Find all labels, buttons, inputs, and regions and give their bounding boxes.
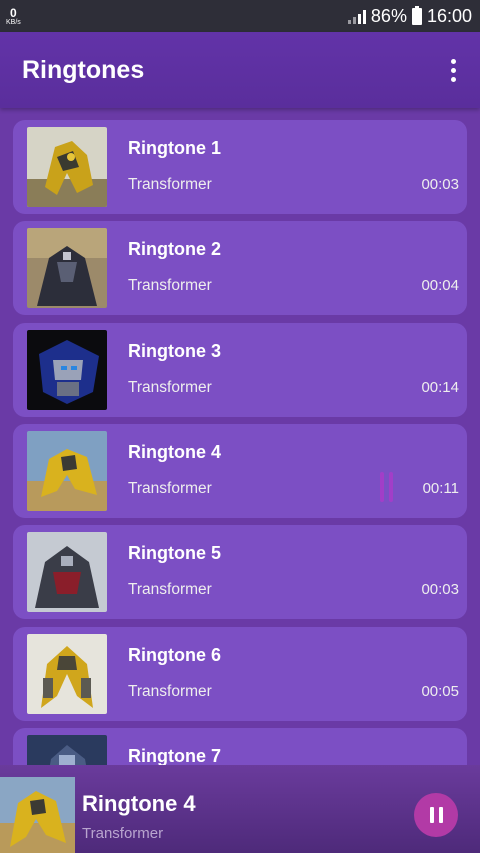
ringtone-thumbnail [27,330,107,410]
ringtone-thumbnail [27,127,107,207]
clock: 16:00 [426,5,472,26]
net-speed-unit: KB/s [6,18,21,26]
ringtone-item-5[interactable]: Ringtone 5 Transformer 00:03 [13,525,467,619]
ringtone-title: Ringtone 5 [128,543,221,563]
more-vert-icon[interactable] [447,55,460,86]
battery-icon [411,5,422,25]
pause-button[interactable] [414,793,458,837]
ringtone-duration: 00:14 [421,379,459,396]
ringtone-title: Ringtone 7 [128,746,221,765]
signal-icon [347,8,366,24]
now-playing-title: Ringtone 4 [82,791,196,816]
ringtone-artist: Transformer [128,581,212,598]
ringtone-item-1[interactable]: Ringtone 1 Transformer 00:03 [13,120,467,214]
ringtone-artist: Transformer [128,379,212,396]
ringtone-duration: 00:11 [422,480,459,497]
ringtone-item-6[interactable]: Ringtone 6 Transformer 00:05 [13,627,467,721]
ringtone-item-7[interactable]: Ringtone 7 [13,728,467,765]
ringtone-item-2[interactable]: Ringtone 2 Transformer 00:04 [13,221,467,315]
status-bar: 0 KB/s 86% 16:00 [0,0,480,32]
ringtone-thumbnail [27,735,107,765]
pause-icon [429,807,434,823]
ringtone-title: Ringtone 3 [128,341,221,361]
ringtone-duration: 00:03 [421,176,459,193]
ringtone-duration: 00:05 [421,683,459,700]
ringtone-item-3[interactable]: Ringtone 3 Transformer 00:14 [13,323,467,417]
battery-percent: 86% [370,5,407,26]
ringtone-artist: Transformer [128,683,212,700]
ringtone-thumbnail [27,634,107,714]
app-bar: Ringtones [0,32,480,108]
ringtone-item-4[interactable]: Ringtone 4 Transformer 00:11 [13,424,467,518]
status-right: 86% 16:00 [347,5,472,27]
ringtone-title: Ringtone 4 [128,442,221,462]
now-playing-thumbnail [0,777,75,853]
ringtone-list[interactable]: Ringtone 1 Transformer 00:03 Ringtone 2 … [0,108,480,765]
ringtone-title: Ringtone 2 [128,239,221,259]
ringtone-thumbnail [27,228,107,308]
ringtone-artist: Transformer [128,277,212,294]
now-playing-artist: Transformer [82,825,164,842]
page-title: Ringtones [22,55,145,84]
now-playing-bar[interactable]: Ringtone 4 Transformer [0,765,480,853]
ringtone-duration: 00:03 [421,581,459,598]
ringtone-duration: 00:04 [421,277,459,294]
ringtone-thumbnail [27,431,107,511]
ringtone-title: Ringtone 1 [128,138,221,158]
playing-indicator-icon [380,472,393,502]
ringtone-thumbnail [27,532,107,612]
ringtone-title: Ringtone 6 [128,645,221,665]
net-speed-indicator: 0 KB/s [6,7,21,26]
net-speed-value: 0 [10,5,17,20]
ringtone-artist: Transformer [128,480,212,497]
ringtone-artist: Transformer [128,176,212,193]
